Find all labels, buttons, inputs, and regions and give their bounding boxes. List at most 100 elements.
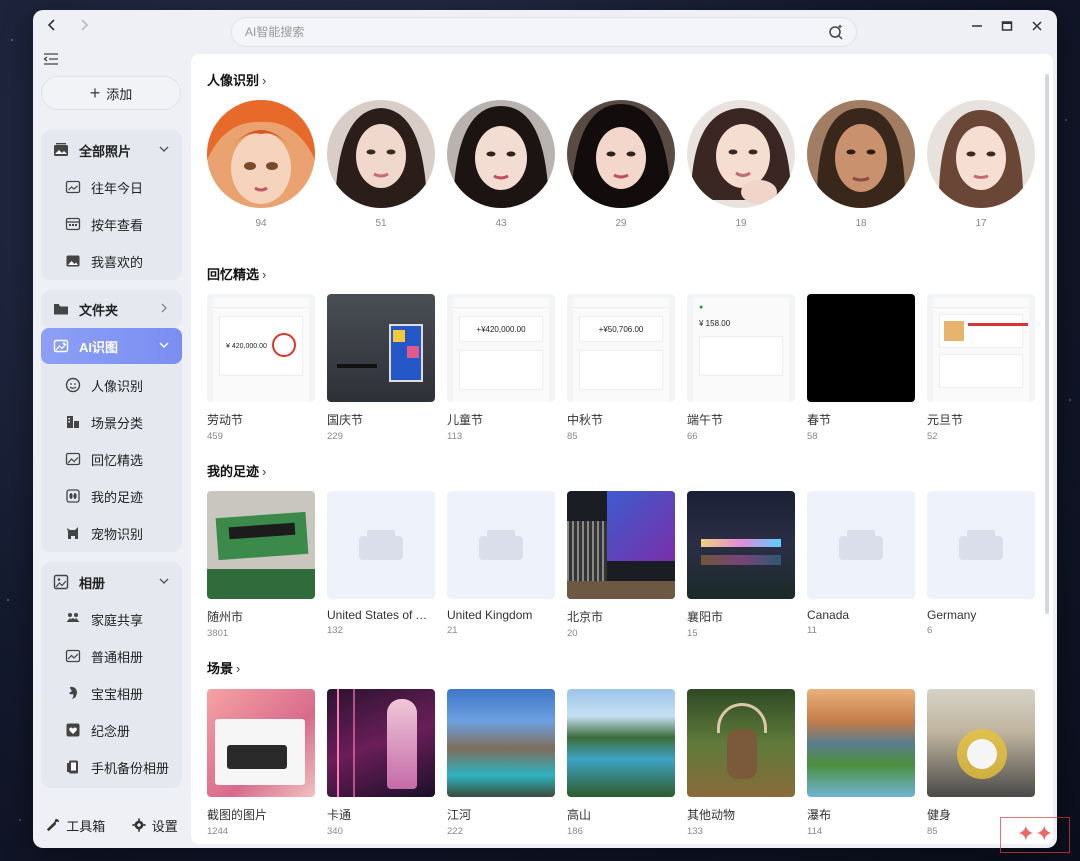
- footprint-card[interactable]: United States of America 132: [327, 491, 435, 636]
- forward-button[interactable]: [73, 16, 95, 38]
- memory-card[interactable]: +¥50,706.00 中秋节 85: [567, 294, 675, 442]
- minimize-button[interactable]: [965, 16, 989, 38]
- sidebar-item-label: 往年今日: [91, 180, 144, 196]
- sidebar-item-baby-album[interactable]: 宝宝相册: [41, 675, 182, 711]
- sidebar-item-normal-album[interactable]: 普通相册: [41, 638, 182, 674]
- scene-thumbnail: [327, 689, 435, 797]
- chevron-down-icon: [159, 342, 169, 348]
- footprint-count: 15: [687, 628, 698, 639]
- person-card[interactable]: 43: [447, 100, 555, 229]
- scene-thumbnail: [207, 689, 315, 797]
- footprints-section-title[interactable]: 我的足迹 ›: [207, 461, 266, 480]
- scene-name: 江河: [447, 808, 472, 822]
- sidebar-item-by-year[interactable]: 按年查看: [41, 206, 182, 242]
- people-section-title[interactable]: 人像识别 ›: [207, 70, 266, 89]
- person-card[interactable]: 18: [807, 100, 915, 229]
- sidebar-item-albums[interactable]: 相册: [41, 564, 182, 600]
- person-card[interactable]: 19: [687, 100, 795, 229]
- toolbox-label: 工具箱: [66, 818, 106, 834]
- gear-icon: [132, 818, 146, 832]
- memory-icon: [65, 452, 81, 466]
- person-count: 29: [615, 218, 627, 229]
- footprint-card[interactable]: 随州市 3801: [207, 491, 315, 639]
- footprint-count: 132: [327, 625, 343, 636]
- footprint-card[interactable]: United Kingdom 21: [447, 491, 555, 636]
- sidebar-item-footprints[interactable]: 我的足迹: [41, 478, 182, 514]
- scene-card[interactable]: 健身 85: [927, 689, 1035, 837]
- person-card[interactable]: 51: [327, 100, 435, 229]
- album-icon: [65, 649, 81, 663]
- image-placeholder-icon: [959, 530, 1003, 560]
- person-card[interactable]: 29: [567, 100, 675, 229]
- screenshot-amount: +¥50,706.00: [579, 316, 663, 342]
- footprint-name: Canada: [807, 608, 850, 622]
- person-avatar: [687, 100, 795, 208]
- search-placeholder: AI智能搜索: [245, 25, 305, 39]
- chevron-right-icon: ›: [236, 661, 241, 676]
- sidebar-item-ai-recognition[interactable]: AI识图: [41, 328, 182, 364]
- sidebar-item-memorial[interactable]: 纪念册: [41, 712, 182, 748]
- memory-card[interactable]: ¥ 420,000.00 劳动节 459: [207, 294, 315, 442]
- sidebar-item-memories[interactable]: 回忆精选: [41, 441, 182, 477]
- close-button[interactable]: [1025, 16, 1049, 38]
- sidebar-item-pets[interactable]: 宠物识别: [41, 515, 182, 551]
- toolbox-button[interactable]: 工具箱: [46, 816, 105, 835]
- footprint-card[interactable]: Germany 6: [927, 491, 1035, 636]
- maximize-button[interactable]: [995, 16, 1019, 38]
- scene-card[interactable]: 其他动物 133: [687, 689, 795, 837]
- memory-card[interactable]: 国庆节 229: [327, 294, 435, 442]
- memory-card[interactable]: +¥420,000.00 儿童节 113: [447, 294, 555, 442]
- sidebar-item-folders[interactable]: 文件夹: [41, 291, 182, 327]
- memory-card[interactable]: 春节 58: [807, 294, 915, 442]
- scene-count: 222: [447, 826, 463, 837]
- watermark-stamp: ✦✦: [1000, 817, 1070, 853]
- scenes-section-title[interactable]: 场景 ›: [207, 658, 240, 677]
- scene-card[interactable]: 江河 222: [447, 689, 555, 837]
- scene-thumbnail: [927, 689, 1035, 797]
- sidebar-item-label: 按年查看: [91, 217, 144, 233]
- memory-card[interactable]: ● ¥ 158.00 端午节 66: [687, 294, 795, 442]
- sidebar-item-phone-backup[interactable]: 手机备份相册: [41, 749, 182, 785]
- sidebar-item-scenes[interactable]: 场景分类: [41, 404, 182, 440]
- search-input[interactable]: AI智能搜索: [231, 17, 857, 47]
- main-content: 人像识别 › 94 51 43 29 19 18 17 回忆精选 › ¥ 420…: [191, 54, 1053, 844]
- sidebar-item-favorites[interactable]: 我喜欢的: [41, 243, 182, 279]
- person-count: 19: [735, 218, 747, 229]
- person-count: 51: [375, 218, 387, 229]
- sidebar-item-label: 相册: [79, 575, 106, 591]
- footprint-card[interactable]: Canada 11: [807, 491, 915, 636]
- memories-section-title[interactable]: 回忆精选 ›: [207, 264, 266, 283]
- footprint-card[interactable]: 北京市 20: [567, 491, 675, 639]
- scene-thumbnail: [687, 689, 795, 797]
- scene-card[interactable]: 卡通 340: [327, 689, 435, 837]
- sidebar-item-family-share[interactable]: 家庭共享: [41, 601, 182, 637]
- ai-search-icon[interactable]: [828, 24, 844, 40]
- memory-name: 春节: [807, 413, 832, 427]
- sidebar-item-all-photos[interactable]: 全部照片: [41, 132, 182, 168]
- footprint-thumbnail: [447, 491, 555, 599]
- calendar-icon: [65, 217, 81, 231]
- footprint-name: United Kingdom: [447, 608, 533, 622]
- scene-card[interactable]: 高山 186: [567, 689, 675, 837]
- memory-thumbnail: [807, 294, 915, 402]
- memory-card[interactable]: 元旦节 52: [927, 294, 1035, 442]
- scene-card[interactable]: 瀑布 114: [807, 689, 915, 837]
- scene-name: 高山: [567, 808, 592, 822]
- add-button[interactable]: + 添加: [41, 76, 181, 110]
- memory-thumbnail: ¥ 420,000.00: [207, 294, 315, 402]
- scene-card[interactable]: 截图的图片 1244: [207, 689, 315, 837]
- album-photo-icon: [53, 574, 69, 590]
- back-button[interactable]: [41, 16, 63, 38]
- footprint-card[interactable]: 襄阳市 15: [687, 491, 795, 639]
- scrollbar[interactable]: [1045, 74, 1049, 614]
- sidebar-item-on-this-day[interactable]: 往年今日: [41, 169, 182, 205]
- sidebar-item-face[interactable]: 人像识别: [41, 367, 182, 403]
- collapse-sidebar-icon[interactable]: [43, 52, 59, 66]
- person-card[interactable]: 17: [927, 100, 1035, 229]
- person-avatar: [927, 100, 1035, 208]
- footprint-thumbnail: [687, 491, 795, 599]
- settings-button[interactable]: 设置: [132, 816, 178, 835]
- plus-icon: +: [89, 83, 101, 103]
- person-card[interactable]: 94: [207, 100, 315, 229]
- face-icon: [65, 377, 81, 393]
